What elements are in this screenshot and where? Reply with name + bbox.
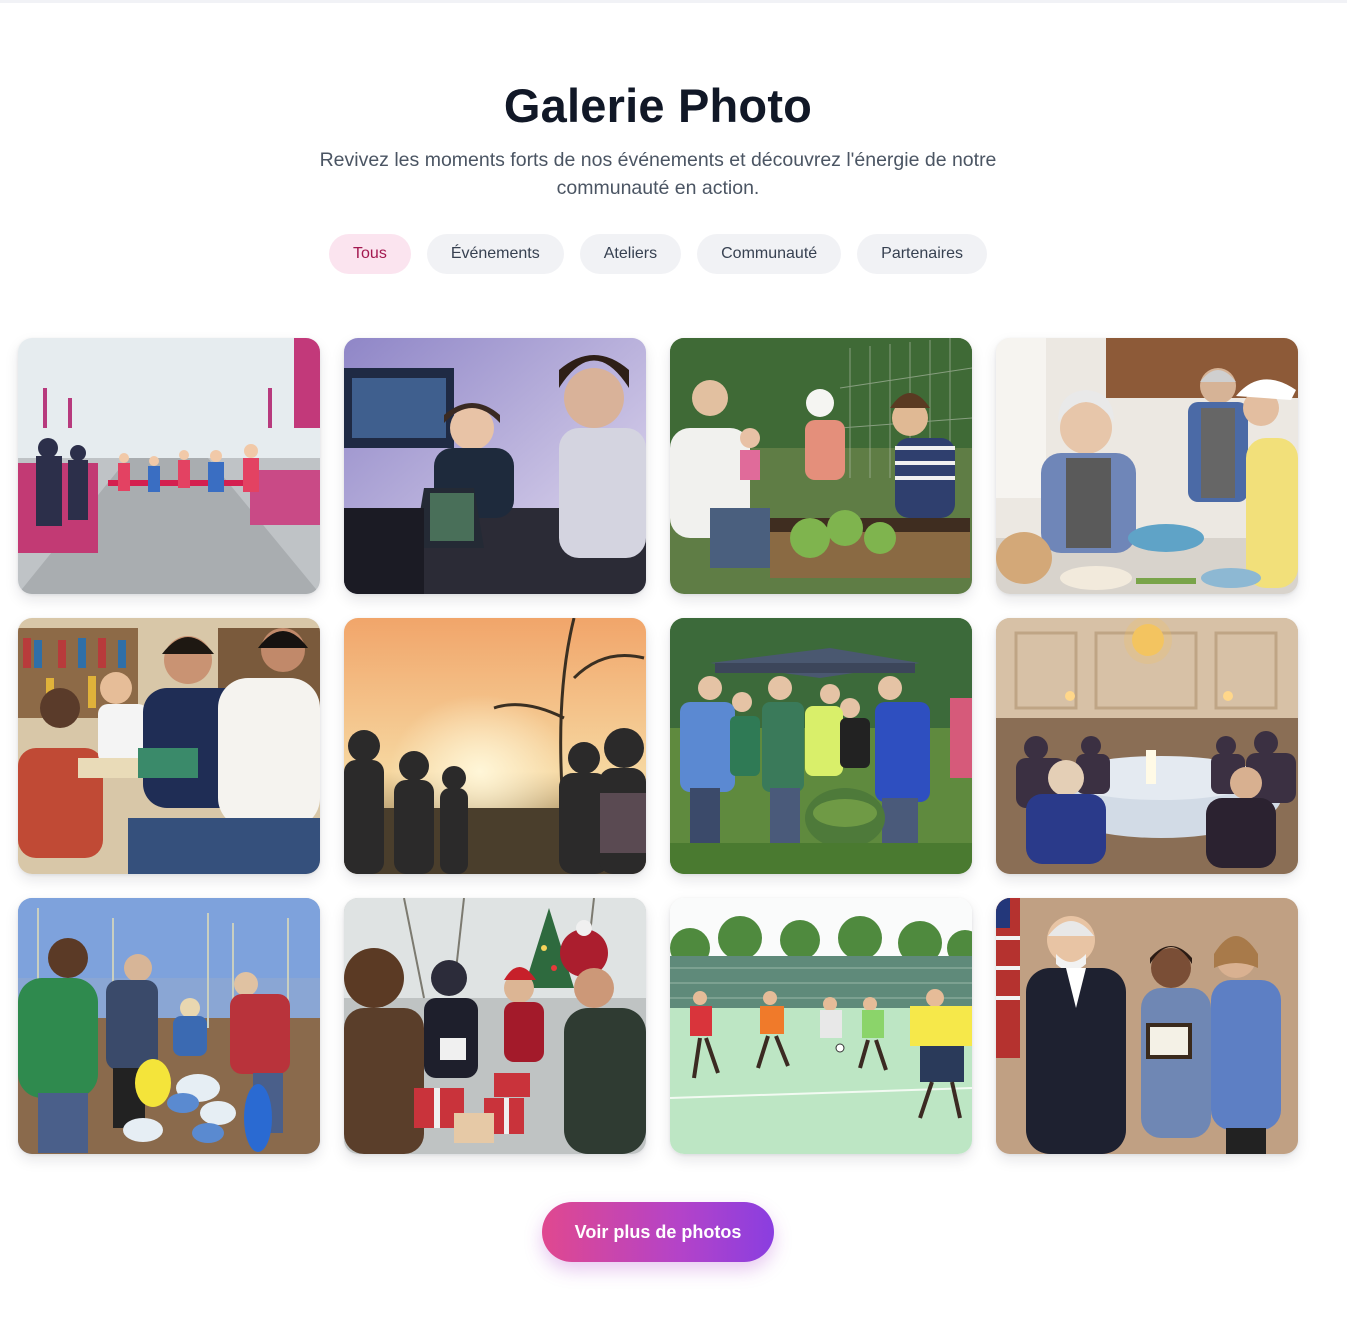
filter-partenaires[interactable]: Partenaires (857, 234, 987, 274)
photo-gala-dinner[interactable] (996, 618, 1298, 874)
filter-communaute[interactable]: Communauté (697, 234, 842, 274)
photo-cooking-workshop[interactable] (996, 338, 1298, 594)
page-subtitle: Revivez les moments forts de nos événeme… (319, 149, 997, 199)
photo-grid (18, 338, 1298, 1154)
photo-tree-planting-cleanup[interactable] (18, 898, 320, 1154)
photo-hackathon-laptops[interactable] (344, 338, 646, 594)
photo-futsal-match[interactable] (670, 898, 972, 1154)
see-more-photos-button[interactable]: Voir plus de photos (542, 1202, 774, 1262)
page-title: Galerie Photo (503, 79, 813, 132)
photo-sunset-gathering[interactable] (344, 618, 646, 874)
photo-community-garden[interactable] (670, 338, 972, 594)
photo-reading-session[interactable] (18, 618, 320, 874)
photo-outdoor-volunteers[interactable] (670, 618, 972, 874)
photo-marathon-finish[interactable] (18, 338, 320, 594)
top-divider (0, 0, 1347, 3)
filter-bar: Tous Événements Ateliers Communauté Part… (0, 234, 1316, 274)
filter-tous[interactable]: Tous (329, 234, 411, 274)
filter-evenements[interactable]: Événements (426, 234, 564, 274)
photo-award-ceremony[interactable] (996, 898, 1298, 1154)
photo-holiday-gift-drive[interactable] (344, 898, 646, 1154)
filter-ateliers[interactable]: Ateliers (579, 234, 682, 274)
